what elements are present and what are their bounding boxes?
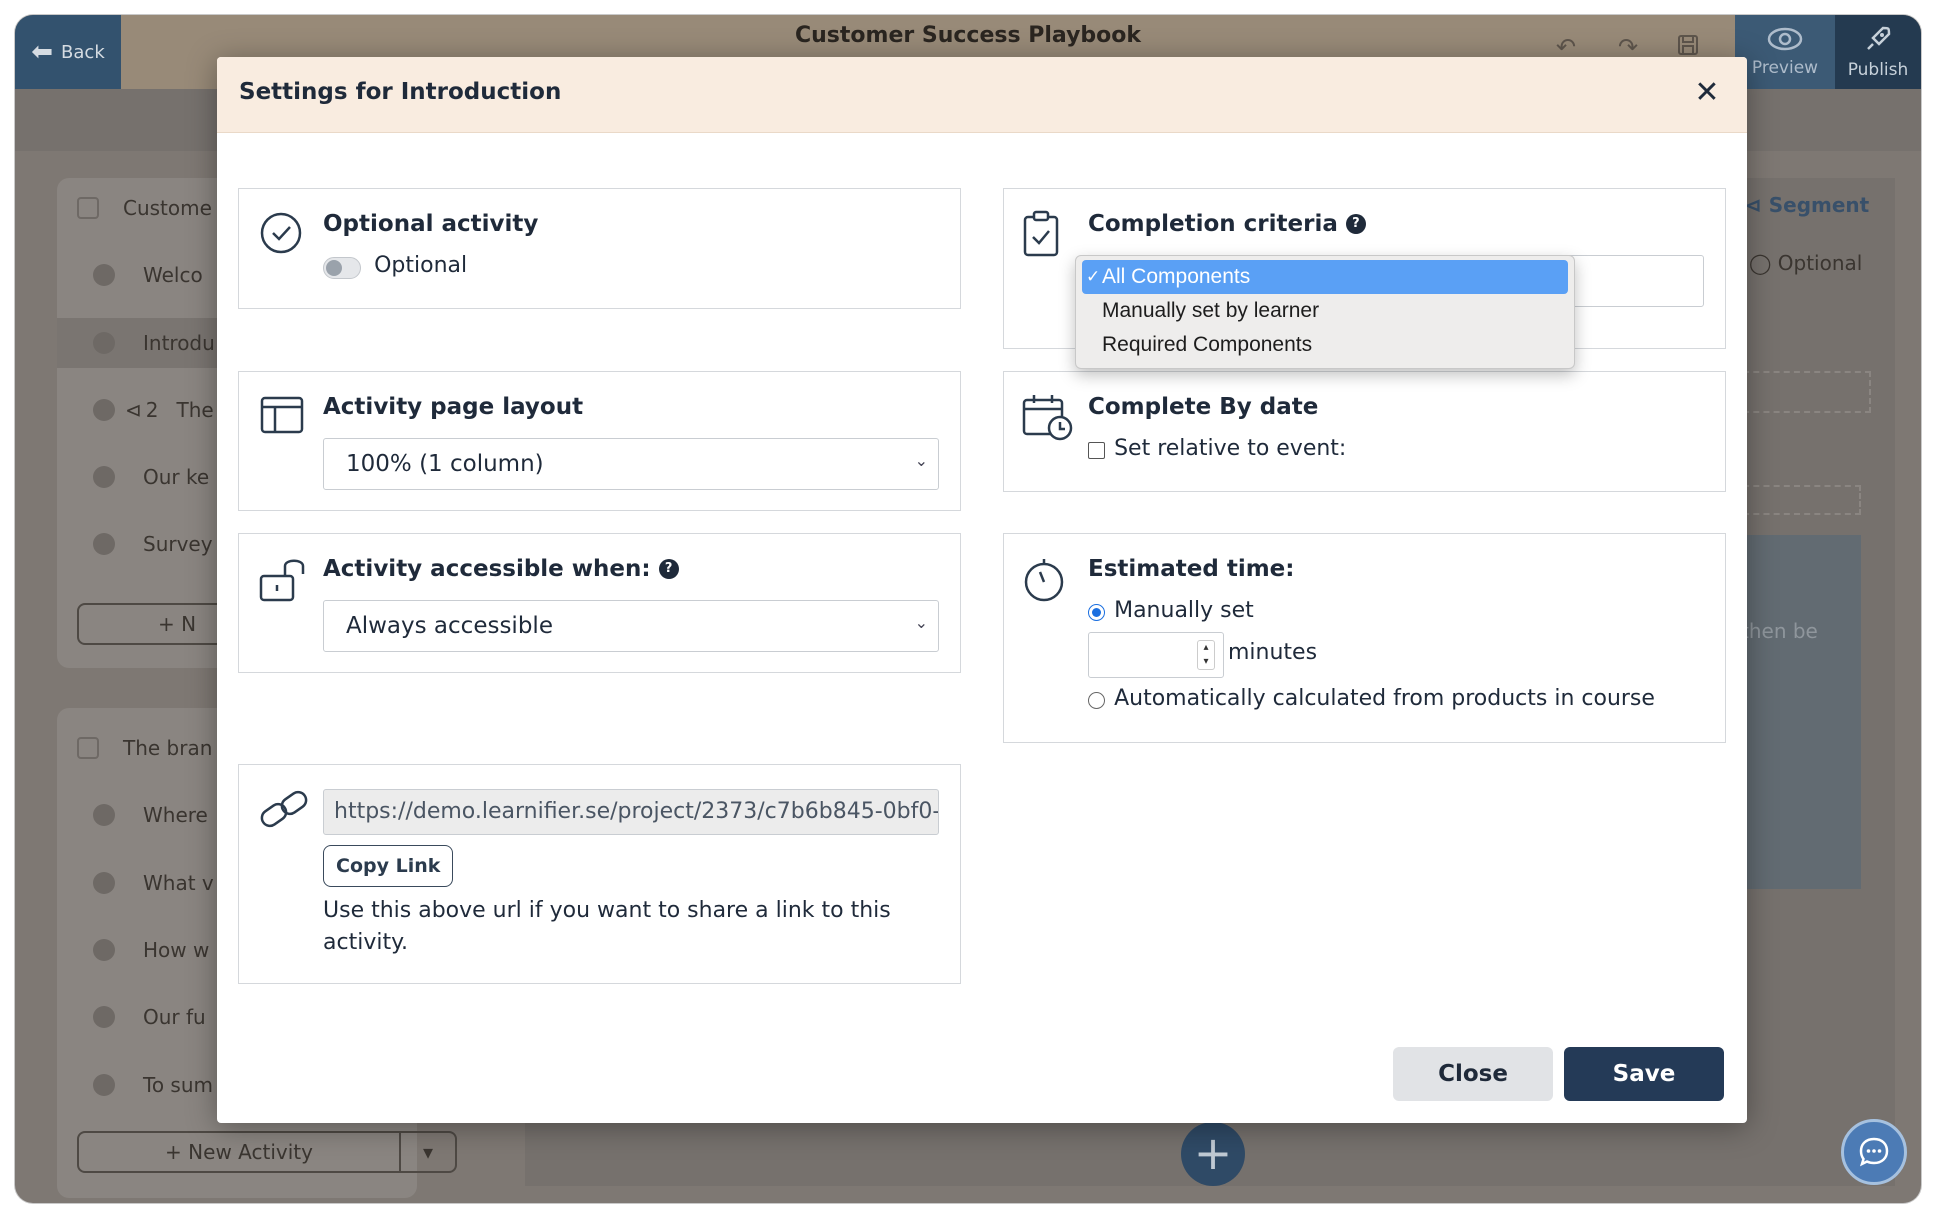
estimated-time-title: Estimated time: — [1088, 556, 1295, 582]
accessible-title: Activity accessible when:? — [323, 556, 679, 582]
stepper-icon[interactable]: ▴ ▾ — [1197, 640, 1215, 670]
drop-zone — [1733, 371, 1871, 413]
stopwatch-icon — [1022, 554, 1072, 604]
dropdown-option[interactable]: Required Components — [1082, 328, 1568, 362]
page-layout-select[interactable]: 100% (1 column) ⌄ — [323, 438, 939, 490]
manual-radio[interactable] — [1088, 604, 1105, 621]
share-url-input[interactable]: https://demo.learnifier.se/project/2373/… — [323, 789, 939, 835]
page-layout-title: Activity page layout — [323, 394, 584, 420]
settings-modal: Settings for Introduction ✕ Optional act… — [217, 57, 1747, 1123]
completion-criteria-dropdown: ✓ All Components Manually set by learner… — [1075, 255, 1575, 369]
chevron-down-icon: ⌄ — [914, 613, 928, 632]
manual-radio-label: Manually set — [1114, 598, 1254, 623]
optional-toggle[interactable] — [323, 256, 361, 279]
complete-by-panel: Complete By date Set relative to event: — [1003, 371, 1726, 492]
minutes-input[interactable]: ▴ ▾ — [1088, 632, 1224, 678]
chat-button[interactable] — [1841, 1119, 1907, 1185]
checkmark-icon: ✓ — [1086, 267, 1101, 286]
complete-by-title: Complete By date — [1088, 394, 1319, 420]
content-text: then be — [1741, 619, 1818, 643]
rocket-icon — [1867, 26, 1891, 50]
caret-down-icon[interactable]: ▾ — [399, 1133, 455, 1171]
relative-event-checkbox[interactable] — [1088, 442, 1105, 459]
drop-zone — [1733, 485, 1861, 515]
copy-link-button[interactable]: Copy Link — [323, 845, 454, 887]
help-icon[interactable]: ? — [658, 559, 679, 579]
dropdown-option[interactable]: ✓ All Components — [1082, 260, 1568, 294]
link-icon — [259, 785, 309, 835]
branch-icon: ⊲ — [125, 398, 142, 422]
publish-label: Publish — [1847, 60, 1909, 80]
optional-toggle-label: Optional — [374, 253, 468, 278]
check-circle-icon — [259, 209, 309, 259]
segment-link[interactable]: ⊲ Segment — [1745, 193, 1869, 217]
add-button[interactable]: + — [1181, 1122, 1245, 1186]
relative-event-label: Set relative to event: — [1114, 436, 1347, 461]
chat-icon — [1859, 1137, 1889, 1167]
publish-button[interactable]: Publish — [1835, 15, 1921, 89]
auto-radio-label: Automatically calculated from products i… — [1114, 686, 1655, 711]
modal-header: Settings for Introduction ✕ — [217, 57, 1747, 133]
share-link-panel: https://demo.learnifier.se/project/2373/… — [238, 764, 961, 984]
auto-radio[interactable] — [1088, 692, 1105, 709]
eye-icon — [1767, 27, 1803, 51]
new-activity-button[interactable]: + New Activity ▾ — [77, 1131, 457, 1173]
save-button[interactable]: Save — [1564, 1047, 1724, 1101]
share-link-hint: Use this above url if you want to share … — [323, 898, 891, 955]
calendar-clock-icon — [1022, 392, 1073, 442]
right-optional-toggle[interactable]: ◯ Optional — [1749, 251, 1862, 275]
content-block — [1733, 535, 1861, 889]
help-icon[interactable]: ? — [1345, 214, 1366, 234]
chevron-down-icon: ⌄ — [914, 451, 928, 470]
app-window: ⬅ Back Customer Success Playbook ↶ ↷ Pre… — [15, 15, 1921, 1203]
preview-button[interactable]: Preview — [1735, 15, 1835, 89]
accessible-panel: Activity accessible when:? Always access… — [238, 533, 961, 673]
clipboard-check-icon — [1022, 209, 1072, 259]
optional-activity-title: Optional activity — [323, 211, 539, 237]
close-button[interactable]: Close — [1393, 1047, 1553, 1101]
unlock-icon — [259, 554, 309, 604]
estimated-time-panel: Estimated time: Manually set ▴ ▾ minutes … — [1003, 533, 1726, 743]
modal-title: Settings for Introduction — [239, 79, 562, 105]
preview-label: Preview — [1751, 58, 1819, 78]
layout-icon — [259, 392, 309, 442]
completion-criteria-title: Completion criteria? — [1088, 211, 1366, 237]
page-layout-panel: Activity page layout 100% (1 column) ⌄ — [238, 371, 961, 511]
close-icon[interactable]: ✕ — [1687, 73, 1727, 113]
minutes-label: minutes — [1228, 640, 1318, 665]
dropdown-option[interactable]: Manually set by learner — [1082, 294, 1568, 328]
accessible-select[interactable]: Always accessible ⌄ — [323, 600, 939, 652]
optional-activity-panel: Optional activity Optional — [238, 188, 961, 309]
